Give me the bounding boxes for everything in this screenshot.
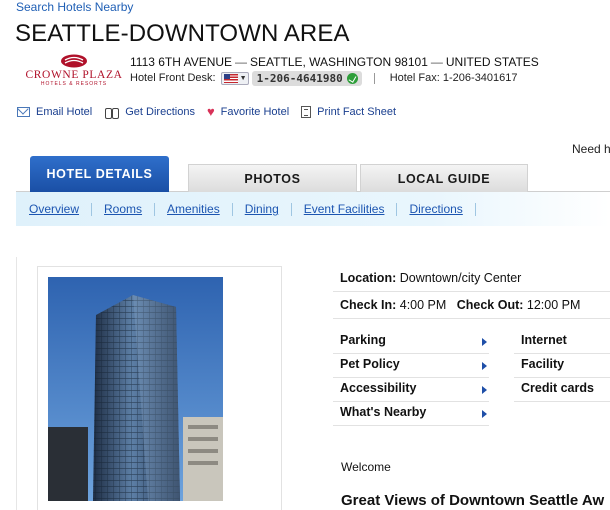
subnav-divider <box>231 202 233 216</box>
location-label: Location: <box>340 271 397 285</box>
checkin-row: Check In: 4:00 PM Check Out: 12:00 PM <box>340 298 580 312</box>
search-hotels-nearby-link[interactable]: Search Hotels Nearby <box>16 0 133 14</box>
caret-down-icon: ▼ <box>239 74 247 82</box>
hotel-tabs: HOTEL DETAILS PHOTOS LOCAL GUIDE <box>16 156 610 192</box>
binoculars-icon <box>104 106 120 119</box>
email-hotel-label: Email Hotel <box>36 106 93 118</box>
subnav-event-facilities[interactable]: Event Facilities <box>304 202 385 216</box>
amenity-parking[interactable]: Parking <box>340 333 386 347</box>
address-country: UNITED STATES <box>445 55 539 69</box>
hotel-photo[interactable] <box>48 277 223 501</box>
subnav-divider <box>290 202 292 216</box>
address-city: SEATTLE, WASHINGTON 98101 <box>250 55 428 69</box>
tab-hotel-details[interactable]: HOTEL DETAILS <box>30 156 169 192</box>
row-divider <box>514 353 610 354</box>
row-divider <box>514 401 610 402</box>
get-directions-label: Get Directions <box>125 106 195 118</box>
subnav-divider <box>91 202 93 216</box>
brand-name: CROWNE PLAZA <box>25 69 123 81</box>
subnav-divider <box>154 202 156 216</box>
chevron-right-icon[interactable] <box>482 410 487 418</box>
location-value: Downtown/city Center <box>399 271 522 285</box>
checkout-value: 12:00 PM <box>526 298 581 312</box>
row-divider <box>333 401 489 402</box>
print-fact-sheet-link[interactable]: Print Fact Sheet <box>301 106 396 118</box>
document-icon <box>301 106 312 118</box>
location-row: Location: Downtown/city Center <box>340 271 521 285</box>
amenity-pet-policy[interactable]: Pet Policy <box>340 357 400 371</box>
subnav-divider <box>396 202 398 216</box>
fax-number: 1-206-3401617 <box>442 72 518 84</box>
print-fact-sheet-label: Print Fact Sheet <box>317 106 397 118</box>
subnav-overview[interactable]: Overview <box>29 202 79 216</box>
welcome-headline: Great Views of Downtown Seattle Aw <box>341 492 605 509</box>
chevron-right-icon[interactable] <box>482 338 487 346</box>
crown-icon <box>61 54 87 68</box>
need-help-text: Need h <box>572 142 610 156</box>
hotel-title: SEATTLE-DOWNTOWN AREA <box>15 20 350 47</box>
tab-photos[interactable]: PHOTOS <box>188 164 357 192</box>
country-selector[interactable]: ▼ <box>220 71 249 85</box>
subnav-dining[interactable]: Dining <box>245 202 279 216</box>
front-desk-label: Hotel Front Desk: <box>130 72 216 84</box>
phone-number[interactable]: 1-206-4641980 <box>251 70 362 86</box>
address-street: 1113 6TH AVENUE <box>130 55 233 69</box>
call-icon[interactable] <box>346 72 358 84</box>
checkin-label: Check In: <box>340 298 397 312</box>
row-divider <box>333 291 610 292</box>
hotel-building-image <box>48 277 223 501</box>
divider <box>373 72 375 84</box>
brand-subtitle: HOTELS & RESORTS <box>40 81 108 87</box>
subnav-rooms[interactable]: Rooms <box>104 202 142 216</box>
welcome-heading: Welcome <box>341 460 391 474</box>
chevron-right-icon[interactable] <box>482 386 487 394</box>
contact-row: Hotel Front Desk: ▼ 1-206-4641980 Hotel … <box>130 70 518 86</box>
subnav-amenities[interactable]: Amenities <box>167 202 220 216</box>
checkin-value: 4:00 PM <box>399 298 447 312</box>
subnav-directions[interactable]: Directions <box>409 202 462 216</box>
phone-number-text: 1-206-4641980 <box>256 71 343 85</box>
hotel-address: 1113 6TH AVENUE — SEATTLE, WASHINGTON 9810… <box>130 55 539 69</box>
address-separator: — <box>235 55 248 69</box>
amenity-whats-nearby[interactable]: What's Nearby <box>340 405 426 419</box>
row-divider <box>333 425 489 426</box>
favorite-hotel-link[interactable]: ♥ Favorite Hotel <box>206 104 290 119</box>
row-divider <box>333 318 610 319</box>
brand-logo: CROWNE PLAZA HOTELS & RESORTS <box>24 54 124 94</box>
fax-label: Hotel Fax: <box>389 72 440 84</box>
heart-icon: ♥ <box>206 104 215 119</box>
favorite-hotel-label: Favorite Hotel <box>220 106 290 118</box>
amenity-facility[interactable]: Facility <box>521 357 564 371</box>
envelope-icon <box>17 107 30 117</box>
get-directions-link[interactable]: Get Directions <box>104 106 195 119</box>
chevron-right-icon[interactable] <box>482 362 487 370</box>
row-divider <box>333 377 489 378</box>
address-separator: — <box>430 55 443 69</box>
us-flag-icon <box>223 73 238 83</box>
row-divider <box>514 377 610 378</box>
subnav-divider <box>474 202 476 216</box>
amenity-accessibility[interactable]: Accessibility <box>340 381 416 395</box>
tab-local-guide[interactable]: LOCAL GUIDE <box>360 164 528 192</box>
checkout-label: Check Out: <box>456 298 524 312</box>
email-hotel-link[interactable]: Email Hotel <box>17 106 92 118</box>
subnav: Overview Rooms Amenities Dining Event Fa… <box>16 192 610 226</box>
amenity-internet[interactable]: Internet <box>521 333 567 347</box>
amenity-credit-cards[interactable]: Credit cards <box>521 381 594 395</box>
hotel-photo-card <box>37 266 282 510</box>
hotel-actions: Email Hotel Get Directions ♥ Favorite Hot… <box>17 104 408 119</box>
content-left-rule <box>16 257 17 510</box>
row-divider <box>333 353 489 354</box>
